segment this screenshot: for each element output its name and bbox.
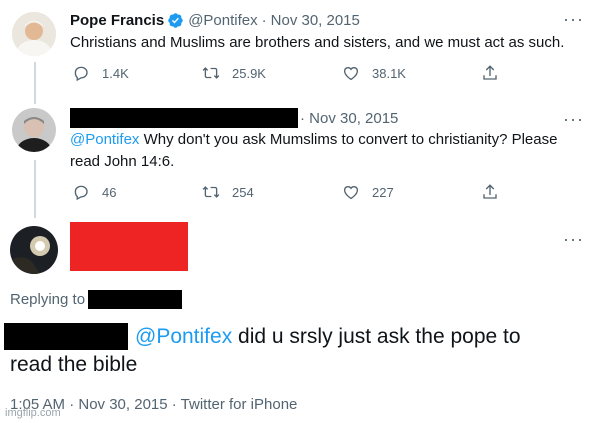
- share-button[interactable]: [481, 183, 511, 201]
- retweet-count: 25.9K: [232, 65, 266, 81]
- verified-badge-icon: [167, 12, 184, 29]
- watermark: imgflip.com: [5, 407, 61, 419]
- mention-link[interactable]: @Pontifex: [135, 325, 232, 348]
- author-handle[interactable]: @Pontifex: [188, 12, 257, 29]
- like-button[interactable]: 38.1K: [342, 64, 406, 82]
- more-options-icon[interactable]: ···: [563, 110, 584, 128]
- more-options-icon[interactable]: ···: [563, 10, 584, 28]
- like-count: 227: [372, 184, 394, 200]
- redacted-username-red: [70, 222, 188, 271]
- avatar-pope-francis[interactable]: [12, 12, 56, 56]
- reply-button[interactable]: 46: [72, 183, 116, 201]
- thread-line-1: [34, 62, 36, 104]
- avatar-focused-image: [10, 226, 58, 274]
- tweet-text: Christians and Muslims are brothers and …: [70, 34, 565, 51]
- reply-button[interactable]: 1.4K: [72, 64, 129, 82]
- tweet-text: @Pontifex did u srsly just ask the pope …: [135, 323, 521, 350]
- reply-count: 1.4K: [102, 65, 129, 81]
- reply-icon: [74, 185, 88, 201]
- reply-icon: [74, 66, 88, 82]
- separator-dot: ·: [261, 11, 267, 29]
- retweet-icon: [202, 67, 220, 79]
- mention-link[interactable]: @Pontifex: [70, 131, 139, 148]
- avatar-focused-user[interactable]: [10, 226, 58, 274]
- tweet-date[interactable]: Nov 30, 2015: [271, 12, 360, 29]
- heart-icon: [343, 67, 359, 81]
- share-icon: [483, 65, 497, 80]
- like-button[interactable]: 227: [342, 183, 394, 201]
- replying-to-label: Replying to: [10, 291, 86, 308]
- tweet-date[interactable]: · Nov 30, 2015: [300, 110, 398, 127]
- tweet-text-line2: read John 14:6.: [70, 153, 175, 170]
- share-button[interactable]: [481, 64, 511, 82]
- redacted-replying-to[interactable]: [88, 290, 182, 309]
- retweet-count: 254: [232, 184, 254, 200]
- avatar-user-image: [12, 108, 56, 152]
- avatar-reply-user[interactable]: [12, 108, 56, 152]
- more-options-icon[interactable]: ···: [563, 230, 584, 248]
- reply-count: 46: [102, 184, 117, 200]
- share-icon: [483, 184, 497, 199]
- tweet-text-rest: did u srsly just ask the pope to: [232, 325, 521, 348]
- author-name[interactable]: Pope Francis: [70, 12, 164, 29]
- retweet-icon: [202, 186, 220, 198]
- redacted-name-inline: [4, 323, 128, 350]
- like-count: 38.1K: [372, 65, 406, 81]
- tweet-text-rest: Why don't you ask Mumslims to convert to…: [139, 131, 558, 148]
- thread-line-2: [34, 160, 36, 218]
- tweet-text: @Pontifex Why don't you ask Mumslims to …: [70, 129, 557, 151]
- redacted-username: [70, 108, 298, 128]
- retweet-button[interactable]: 254: [202, 183, 254, 201]
- heart-icon: [343, 186, 359, 200]
- retweet-button[interactable]: 25.9K: [202, 64, 266, 82]
- tweet-text-line2: read the bible: [10, 353, 138, 376]
- avatar-pope-image: [12, 12, 56, 56]
